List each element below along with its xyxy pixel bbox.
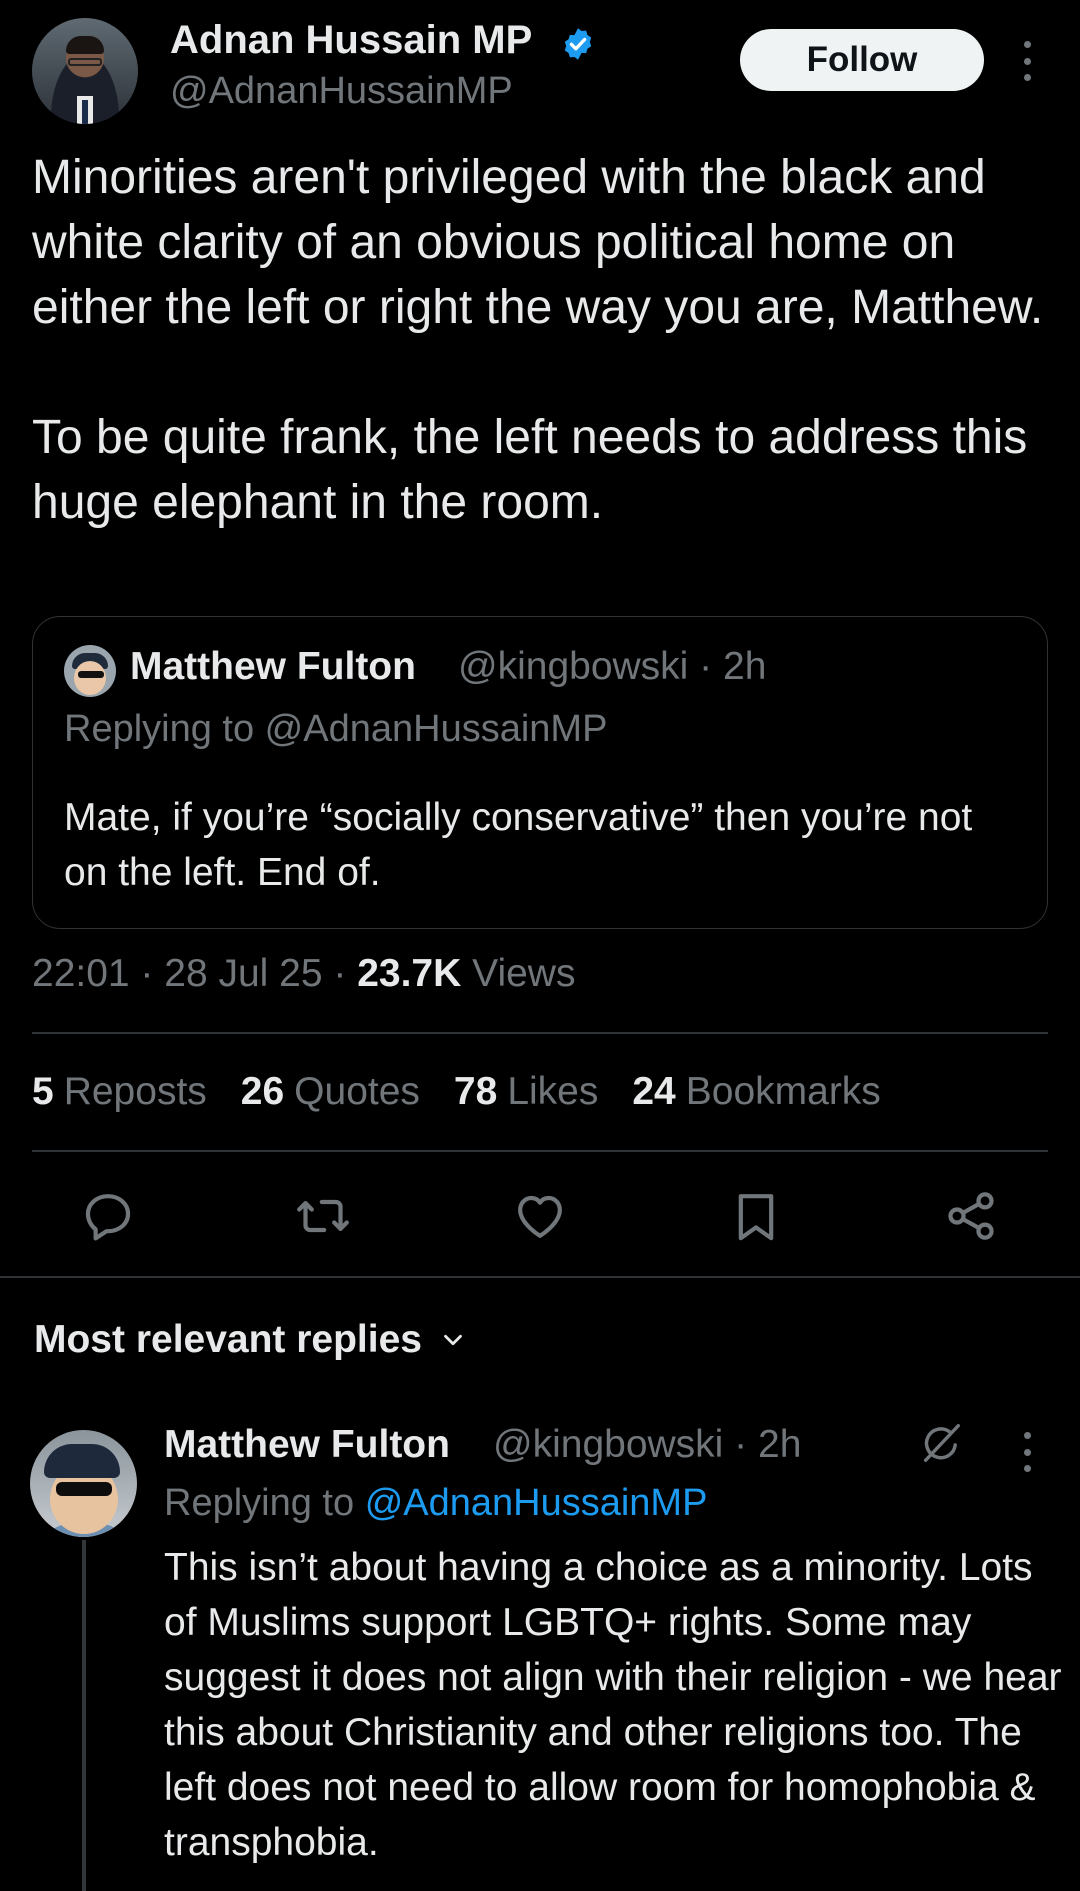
more-options-icon[interactable] [1017,41,1037,81]
reply-author-handle[interactable]: @kingbowski · 2h [493,1423,801,1467]
grok-icon[interactable] [918,1420,964,1466]
replies-sort-dropdown[interactable]: Most relevant replies [34,1318,468,1362]
quoted-author-handle: @kingbowski · 2h [458,645,767,688]
divider [0,1276,1080,1278]
reply-mention-link[interactable]: @AdnanHussainMP [365,1482,708,1524]
tweet-paragraph: To be quite frank, the left needs to add… [32,411,1028,529]
follow-button[interactable]: Follow [740,29,984,91]
reply-more-options-icon[interactable] [1017,1432,1037,1472]
reply-replying-to: Replying to @AdnanHussainMP [164,1482,707,1525]
tweet-timestamp[interactable]: 22:01 · 28 Jul 25 · [32,952,346,995]
likes-stat[interactable]: 78 Likes [454,1070,598,1114]
quoted-author-name: Matthew Fulton [130,645,416,688]
views-label: Views [472,952,576,995]
reply-icon[interactable] [80,1188,136,1244]
tweet-paragraph: Minorities aren't privileged with the bl… [32,151,1044,334]
quoted-tweet-text: Mate, if you’re “socially conservative” … [64,796,973,894]
reply-author-name[interactable]: Matthew Fulton [164,1423,450,1467]
author-name[interactable]: Adnan Hussain MP [170,18,532,63]
tweet-stats: 5 Reposts 26 Quotes 78 Likes 24 Bookmarks [32,1070,881,1114]
replying-prefix: Replying to [164,1482,355,1524]
divider [32,1150,1048,1152]
quotes-stat[interactable]: 26 Quotes [241,1070,420,1114]
bookmarks-stat[interactable]: 24 Bookmarks [632,1070,880,1114]
repost-icon[interactable] [295,1188,351,1244]
quoted-replying-to: Replying to @AdnanHussainMP [64,708,608,750]
thread-line [82,1540,86,1891]
share-icon[interactable] [943,1188,999,1244]
replies-sort-label: Most relevant replies [34,1318,422,1361]
like-icon[interactable] [512,1188,568,1244]
action-bar [0,1180,1080,1250]
reposts-stat[interactable]: 5 Reposts [32,1070,207,1114]
quoted-author-avatar [64,645,116,697]
verified-badge-icon [564,28,592,60]
chevron-down-icon [444,1334,462,1346]
tweet-text: Minorities aren't privileged with the bl… [32,145,1052,535]
author-handle[interactable]: @AdnanHussainMP [170,70,513,113]
views-count: 23.7K [357,952,462,995]
reply-author-avatar[interactable] [30,1430,137,1537]
divider [32,1032,1048,1034]
tweet-meta: 22:01 · 28 Jul 25 · 23.7K Views [32,952,575,996]
reply-text: This isn’t about having a choice as a mi… [164,1546,1062,1864]
author-avatar[interactable] [32,18,138,124]
bookmark-icon[interactable] [728,1188,784,1244]
